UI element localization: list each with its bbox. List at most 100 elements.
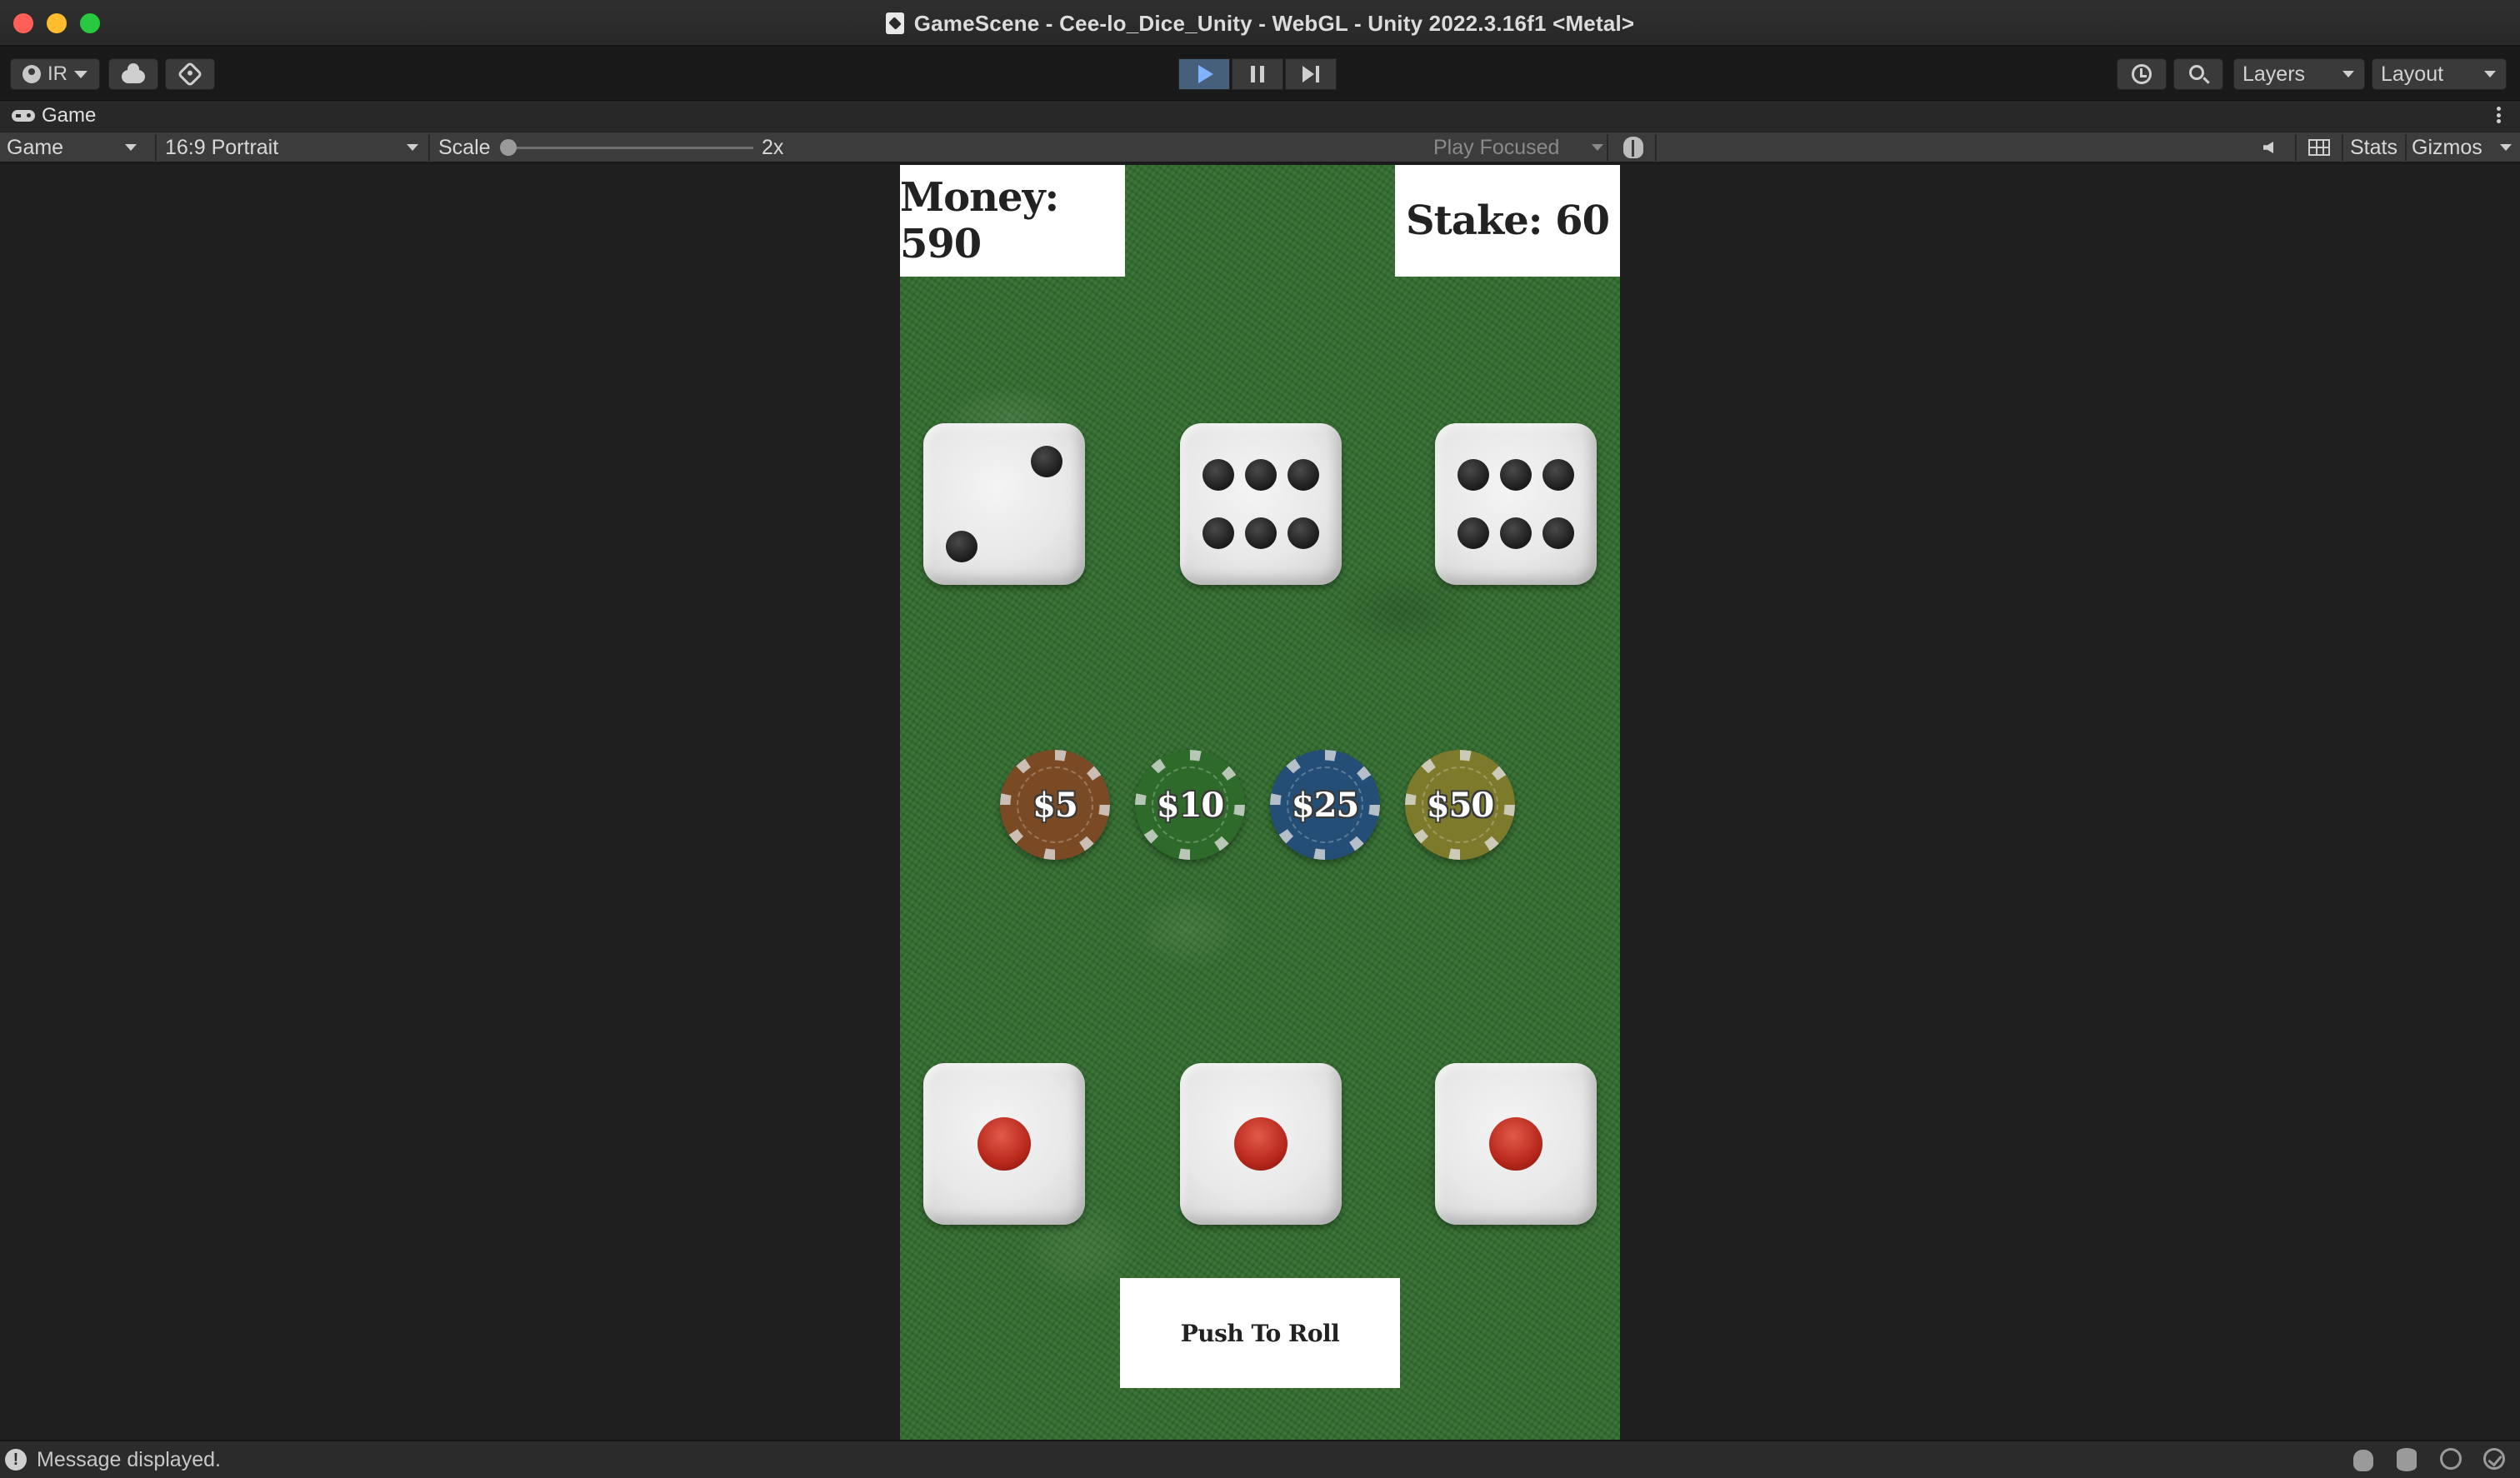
die-pip: [1234, 1117, 1288, 1171]
window-title-bar: GameScene - Cee-lo_Dice_Unity - WebGL - …: [0, 0, 2520, 47]
bug-icon: [2353, 1450, 2373, 1471]
die-pip: [1542, 459, 1574, 491]
account-label: IR: [48, 62, 68, 85]
aspect-ratio-dropdown[interactable]: 16:9 Portrait: [165, 132, 422, 162]
services-icon: [177, 61, 203, 87]
layout-label: Layout: [2381, 62, 2444, 86]
die-pip: [1288, 517, 1319, 549]
money-display: Money: 590: [900, 165, 1125, 277]
grid-icon: [2308, 139, 2330, 156]
layout-dropdown[interactable]: Layout: [2372, 58, 2507, 90]
die-pip: [1245, 459, 1277, 491]
stake-text: Stake: 60: [1406, 197, 1610, 244]
history-icon: [2132, 64, 2152, 84]
chevron-down-icon: [2484, 71, 2496, 77]
die-pip: [1500, 517, 1532, 549]
check-circle-icon: [2483, 1448, 2505, 1470]
search-button[interactable]: [2173, 58, 2223, 90]
game-canvas[interactable]: Money: 590 Stake: 60 $5 $10 $25 $50 Push…: [900, 165, 1620, 1440]
undo-history-button[interactable]: [2117, 58, 2167, 90]
die-pip: [1202, 517, 1234, 549]
chevron-down-icon: [74, 70, 88, 78]
display-dropdown[interactable]: Game: [7, 132, 145, 162]
services-button[interactable]: [165, 58, 215, 90]
low-res-aspect-button[interactable]: [2308, 132, 2330, 162]
frame-debugger-button[interactable]: [1623, 132, 1643, 162]
info-icon: !: [5, 1449, 27, 1471]
die-pip: [1458, 459, 1489, 491]
chip-label: $25: [1291, 785, 1359, 825]
bug-icon: [1623, 137, 1643, 158]
push-to-roll-button[interactable]: Push To Roll: [1120, 1278, 1400, 1388]
playmode-controls: [1178, 58, 1337, 90]
account-dropdown[interactable]: IR: [10, 58, 100, 90]
scale-value: 2x: [762, 135, 784, 159]
chip-label: $50: [1426, 785, 1494, 825]
gizmos-label: Gizmos: [2412, 135, 2482, 159]
play-mode-dropdown[interactable]: Play Focused: [1433, 132, 1603, 162]
network-button[interactable]: [2440, 1448, 2465, 1473]
debug-mode-button[interactable]: [2353, 1448, 2378, 1473]
die-pip: [1031, 446, 1062, 477]
tab-game[interactable]: Game: [12, 104, 96, 127]
status-bar: ! Message displayed.: [0, 1440, 2520, 1478]
chip-25[interactable]: $25: [1270, 750, 1380, 860]
die-pip: [1458, 517, 1489, 549]
chevron-down-icon: [2342, 71, 2354, 77]
play-icon: [1198, 65, 1213, 83]
scale-slider-track[interactable]: [507, 147, 753, 149]
chevron-down-icon: [1592, 144, 1603, 151]
dealer-die-1: [923, 423, 1085, 585]
panel-tab-bar: Game: [0, 100, 2520, 132]
cloud-icon: [122, 63, 145, 83]
cache-server-button[interactable]: [2397, 1448, 2422, 1473]
dealer-die-3: [1435, 423, 1597, 585]
status-icons: [2353, 1448, 2508, 1473]
money-text: Money: 590: [900, 174, 1059, 267]
progress-button[interactable]: [2483, 1448, 2508, 1473]
tab-game-label: Game: [42, 104, 97, 127]
stats-button[interactable]: Stats: [2350, 132, 2398, 162]
search-icon: [2189, 65, 2204, 80]
gamepad-icon: [12, 110, 35, 122]
die-pip: [1288, 459, 1319, 491]
mute-audio-button[interactable]: [2263, 132, 2273, 162]
chevron-down-icon: [2500, 144, 2512, 151]
chip-label: $10: [1156, 785, 1224, 825]
stake-display: Stake: 60: [1395, 165, 1620, 277]
chip-5[interactable]: $5: [1000, 750, 1110, 860]
game-viewport: Money: 590 Stake: 60 $5 $10 $25 $50 Push…: [0, 165, 2520, 1440]
gizmos-dropdown[interactable]: Gizmos: [2412, 132, 2512, 162]
step-icon: [1302, 66, 1319, 82]
player-die-2: [1180, 1063, 1342, 1225]
dealer-die-2: [1180, 423, 1342, 585]
player-die-1: [923, 1063, 1085, 1225]
layers-label: Layers: [2242, 62, 2306, 86]
main-toolbar: IR Layers Layout: [0, 48, 2520, 98]
die-pip: [1202, 459, 1234, 491]
die-pip: [1500, 459, 1532, 491]
scale-slider-handle[interactable]: [500, 139, 517, 156]
play-button[interactable]: [1178, 58, 1230, 90]
step-button[interactable]: [1285, 58, 1337, 90]
panel-menu-button[interactable]: [2497, 104, 2502, 126]
chip-50[interactable]: $50: [1405, 750, 1515, 860]
unity-scene-icon: [885, 12, 904, 34]
window-title-text: GameScene - Cee-lo_Dice_Unity - WebGL - …: [913, 10, 1635, 36]
layers-dropdown[interactable]: Layers: [2233, 58, 2365, 90]
die-pip: [1542, 517, 1574, 549]
play-mode-label: Play Focused: [1433, 135, 1560, 159]
scale-label: Scale: [438, 135, 491, 159]
game-view-toolbar: Game 16:9 Portrait Scale 2x Play Focused…: [0, 132, 2520, 163]
cloud-button[interactable]: [108, 58, 158, 90]
status-message[interactable]: Message displayed.: [37, 1448, 221, 1472]
roll-button-label: Push To Roll: [1180, 1319, 1340, 1347]
die-pip: [946, 531, 978, 562]
speaker-icon: [2263, 142, 2273, 153]
display-label: Game: [7, 135, 64, 159]
pause-icon: [1251, 66, 1264, 82]
die-pip: [978, 1117, 1031, 1171]
pause-button[interactable]: [1232, 58, 1283, 90]
aspect-label: 16:9 Portrait: [165, 135, 279, 159]
chip-10[interactable]: $10: [1135, 750, 1245, 860]
